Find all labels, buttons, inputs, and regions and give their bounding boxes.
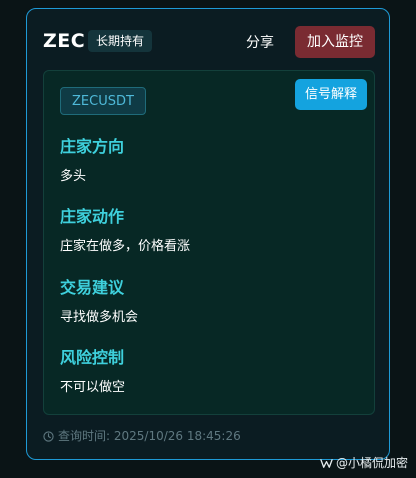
section-title: 庄家方向 [60,137,125,156]
section-banker-action: 庄家动作 庄家在做多，价格看涨 [60,207,190,255]
section-banker-direction: 庄家方向 多头 [60,137,124,185]
card-header: ZEC 长期持有 分享 加入监控 [43,26,375,58]
trading-pair-tag: ZECUSDT [60,87,146,115]
section-title: 庄家动作 [60,207,125,226]
share-button[interactable]: 分享 [246,32,274,52]
section-value: 多头 [60,169,87,184]
section-title: 交易建议 [60,278,125,297]
clock-icon [43,430,54,442]
signal-panel: ZECUSDT 信号解释 庄家方向 多头 庄家动作 庄家在做多，价格看涨 交易建… [43,70,375,415]
query-time-text: 查询时间: 2025/10/26 18:45:26 [58,429,241,443]
section-title: 风险控制 [60,348,125,367]
section-trade-advice: 交易建议 寻找做多机会 [60,278,138,326]
wechat-channel-icon [320,458,333,468]
coin-symbol: ZEC [43,30,86,52]
author-watermark: @小橘侃加密 [320,456,408,470]
add-monitor-button[interactable]: 加入监控 [295,26,375,58]
hold-period-badge: 长期持有 [88,30,153,52]
query-time: 查询时间: 2025/10/26 18:45:26 [43,429,241,443]
signal-card: ZEC 长期持有 分享 加入监控 ZECUSDT 信号解释 庄家方向 多头 庄家… [26,8,390,460]
section-value: 庄家在做多，价格看涨 [60,239,191,254]
signal-explain-button[interactable]: 信号解释 [295,79,367,110]
section-value: 寻找做多机会 [60,310,139,325]
watermark-text: @小橘侃加密 [335,456,408,470]
section-risk-control: 风险控制 不可以做空 [60,348,125,396]
section-value: 不可以做空 [60,380,126,395]
